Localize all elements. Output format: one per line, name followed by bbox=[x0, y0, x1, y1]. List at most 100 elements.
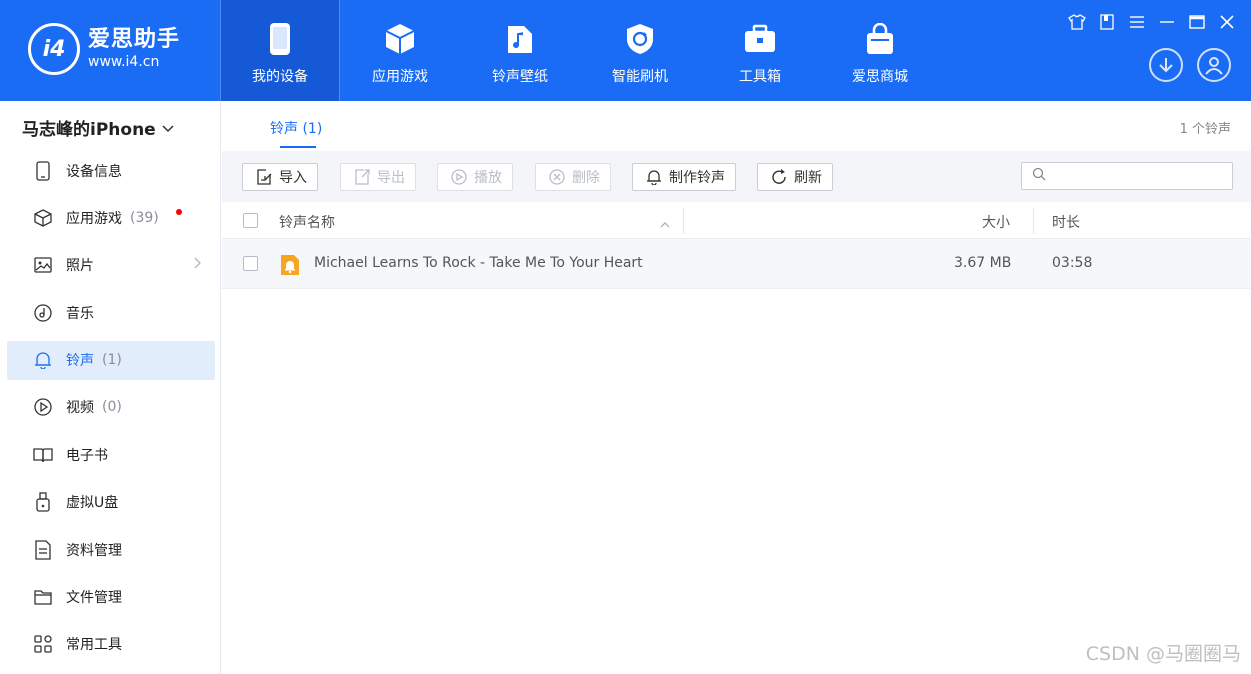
play-button[interactable]: 播放 bbox=[437, 163, 513, 191]
sidebar-item-label: 电子书 bbox=[66, 447, 108, 464]
app-cube-icon bbox=[33, 208, 53, 228]
logo-mark: i4 bbox=[28, 23, 80, 75]
ringtone-size: 3.67 MB bbox=[954, 255, 1012, 271]
ringtone-name: Michael Learns To Rock - Take Me To Your… bbox=[314, 255, 643, 271]
nav-toolbox[interactable]: 工具箱 bbox=[700, 0, 820, 101]
device-name: 马志峰的iPhone bbox=[22, 120, 156, 140]
delete-label: 删除 bbox=[572, 170, 600, 186]
menu-icon[interactable] bbox=[1127, 12, 1147, 32]
search-icon bbox=[1032, 167, 1046, 185]
column-header-size[interactable]: 大小 bbox=[982, 212, 1010, 232]
brand-name: 爱思助手 bbox=[88, 27, 181, 52]
sidebar-item-virtual-udisk[interactable]: 虚拟U盘 bbox=[7, 483, 215, 522]
column-header-name[interactable]: 铃声名称 bbox=[279, 212, 335, 232]
music-icon bbox=[33, 303, 53, 323]
import-icon bbox=[255, 168, 273, 186]
cube-icon bbox=[383, 22, 417, 56]
refresh-button[interactable]: 刷新 bbox=[757, 163, 833, 191]
ringtone-count: 1 个铃声 bbox=[1179, 122, 1231, 137]
sidebar-item-common-tools[interactable]: 常用工具 bbox=[7, 625, 215, 664]
sidebar-menu: 设备信息 应用游戏 (39) 照片 音乐 铃声 (1) 视频 (0) 电子书 虚… bbox=[7, 151, 215, 672]
bell-icon bbox=[33, 350, 53, 370]
shirt-icon[interactable] bbox=[1067, 12, 1087, 32]
sidebar-item-label: 文件管理 bbox=[66, 590, 122, 607]
column-header-duration[interactable]: 时长 bbox=[1052, 212, 1080, 232]
minimize-icon[interactable] bbox=[1157, 12, 1177, 32]
folder-icon bbox=[33, 587, 53, 607]
sidebar-item-label: 设备信息 bbox=[66, 163, 122, 180]
refresh-label: 刷新 bbox=[794, 170, 822, 186]
download-icon[interactable] bbox=[1149, 48, 1183, 82]
sidebar-item-apps[interactable]: 应用游戏 (39) bbox=[7, 198, 215, 237]
import-button[interactable]: 导入 bbox=[242, 163, 318, 191]
column-divider[interactable] bbox=[683, 208, 684, 234]
nav-label: 应用游戏 bbox=[372, 69, 428, 85]
table-row[interactable]: Michael Learns To Rock - Take Me To Your… bbox=[222, 239, 1251, 289]
nav-label: 工具箱 bbox=[739, 69, 781, 85]
ebook-icon bbox=[33, 445, 53, 465]
sidebar-item-count: (1) bbox=[102, 352, 122, 369]
export-label: 导出 bbox=[377, 170, 405, 186]
top-bar: i4 爱思助手 www.i4.cn 我的设备 应用游戏 铃声壁纸 智能刷机 工具… bbox=[0, 0, 1251, 101]
sidebar-item-ringtones[interactable]: 铃声 (1) bbox=[7, 340, 215, 380]
tab-active-indicator bbox=[280, 146, 316, 148]
maximize-icon[interactable] bbox=[1187, 12, 1207, 32]
nav-ringtones-wallpapers[interactable]: 铃声壁纸 bbox=[460, 0, 580, 101]
nav-apps-games[interactable]: 应用游戏 bbox=[340, 0, 460, 101]
row-checkbox[interactable] bbox=[243, 256, 258, 271]
sidebar-item-count: (39) bbox=[130, 209, 159, 226]
sort-ascending-icon[interactable] bbox=[660, 216, 670, 232]
search-input[interactable] bbox=[1052, 168, 1222, 184]
sidebar-item-file-management[interactable]: 文件管理 bbox=[7, 578, 215, 617]
main-nav: 我的设备 应用游戏 铃声壁纸 智能刷机 工具箱 爱思商城 bbox=[220, 0, 940, 101]
search-box[interactable] bbox=[1021, 162, 1233, 190]
toolbar: 导入 导出 播放 删除 制作铃声 刷新 bbox=[222, 151, 1251, 202]
shopping-bag-icon bbox=[863, 22, 897, 56]
book-icon[interactable] bbox=[1097, 12, 1117, 32]
select-all-checkbox[interactable] bbox=[243, 213, 258, 228]
sidebar-item-data-management[interactable]: 资料管理 bbox=[7, 530, 215, 569]
shield-refresh-icon bbox=[623, 22, 657, 56]
sidebar-item-videos[interactable]: 视频 (0) bbox=[7, 388, 215, 427]
delete-button[interactable]: 删除 bbox=[535, 163, 611, 191]
sidebar-item-device-info[interactable]: 设备信息 bbox=[7, 151, 215, 190]
tab-ringtones[interactable]: 铃声 (1) bbox=[270, 118, 322, 138]
make-ringtone-button[interactable]: 制作铃声 bbox=[632, 163, 736, 191]
bell-icon bbox=[645, 168, 663, 186]
window-controls bbox=[1067, 12, 1237, 32]
sidebar: 马志峰的iPhone 设备信息 应用游戏 (39) 照片 音乐 铃声 (1) 视… bbox=[0, 101, 221, 674]
sidebar-item-label: 资料管理 bbox=[66, 542, 122, 559]
close-icon[interactable] bbox=[1217, 12, 1237, 32]
export-icon bbox=[353, 168, 371, 186]
sidebar-item-label: 虚拟U盘 bbox=[66, 495, 119, 512]
import-label: 导入 bbox=[279, 170, 307, 186]
column-divider[interactable] bbox=[1033, 208, 1034, 234]
user-icon[interactable] bbox=[1197, 48, 1231, 82]
device-selector[interactable]: 马志峰的iPhone bbox=[22, 115, 174, 140]
play-icon bbox=[450, 168, 468, 186]
chevron-down-icon bbox=[162, 118, 174, 138]
export-button[interactable]: 导出 bbox=[340, 163, 416, 191]
delete-icon bbox=[548, 168, 566, 186]
sidebar-item-ebooks[interactable]: 电子书 bbox=[7, 435, 215, 474]
photo-icon bbox=[33, 255, 53, 275]
nav-smart-flash[interactable]: 智能刷机 bbox=[580, 0, 700, 101]
toolbox-icon bbox=[743, 22, 777, 56]
sidebar-item-label: 音乐 bbox=[66, 305, 94, 322]
usb-icon bbox=[33, 492, 53, 512]
nav-label: 智能刷机 bbox=[612, 69, 668, 85]
ringtone-file-icon bbox=[280, 254, 300, 276]
logo-mark-text: i4 bbox=[42, 36, 66, 62]
nav-store[interactable]: 爱思商城 bbox=[820, 0, 940, 101]
nav-my-device[interactable]: 我的设备 bbox=[220, 0, 340, 101]
sidebar-item-photos[interactable]: 照片 bbox=[7, 246, 215, 285]
sidebar-item-music[interactable]: 音乐 bbox=[7, 293, 215, 332]
music-file-icon bbox=[503, 22, 537, 56]
nav-label: 铃声壁纸 bbox=[492, 69, 548, 85]
sidebar-item-label: 照片 bbox=[66, 258, 94, 275]
make-ringtone-label: 制作铃声 bbox=[669, 170, 725, 186]
device-info-icon bbox=[33, 160, 53, 181]
top-actions bbox=[1149, 48, 1231, 82]
tab-bar: 铃声 (1) 1 个铃声 bbox=[222, 101, 1251, 151]
main-content: 铃声 (1) 1 个铃声 导入 导出 播放 删除 制作铃声 刷新 铃声名称 大小… bbox=[222, 101, 1251, 674]
